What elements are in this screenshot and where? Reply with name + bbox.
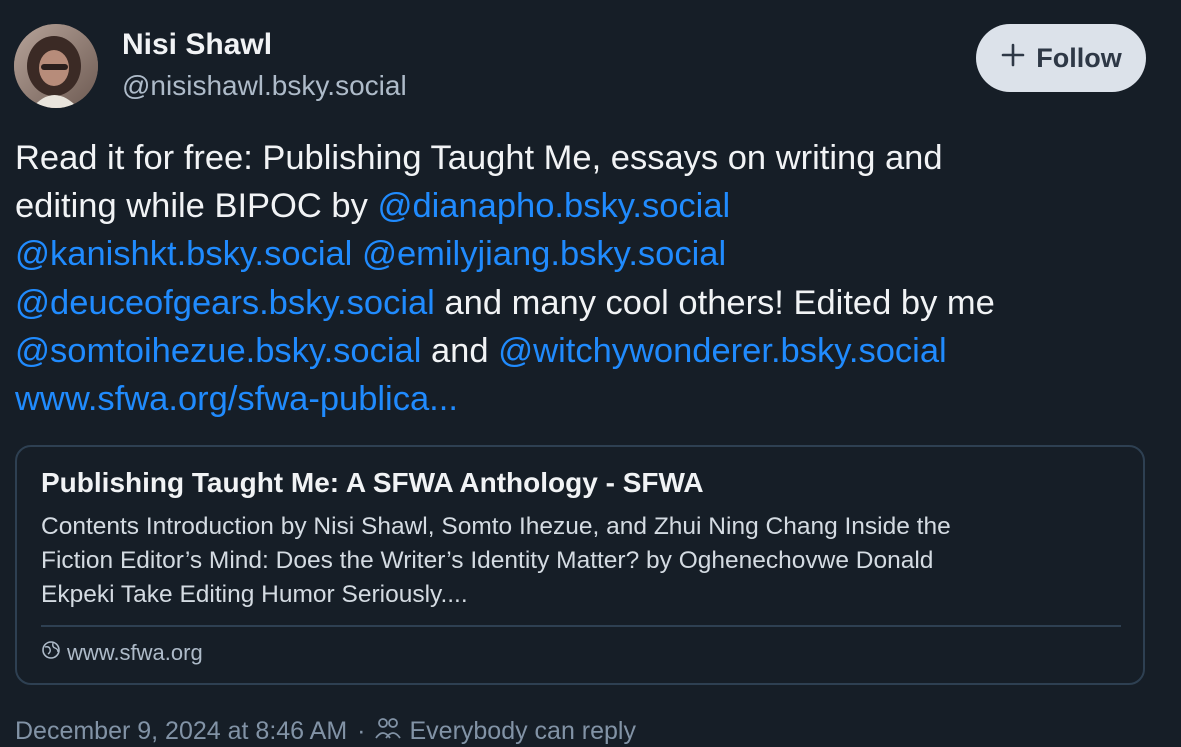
author-handle[interactable]: @nisishawl.bsky.social [122, 70, 407, 102]
link-card-divider [41, 625, 1121, 627]
post-text-segment: editing while BIPOC by [15, 187, 368, 226]
post-meta: December 9, 2024 at 8:46 AM · Everybody … [15, 716, 636, 747]
plus-icon [1000, 40, 1026, 74]
reply-setting-label: Everybody can reply [409, 717, 636, 745]
follow-button-label: Follow [1036, 42, 1122, 73]
mention-link[interactable]: @dianapho.bsky.social [377, 187, 730, 225]
post-text-line: www.sfwa.org/sfwa-publica... [15, 375, 1165, 423]
avatar-image [14, 24, 98, 108]
globe-icon [41, 640, 61, 666]
author-display-name[interactable]: Nisi Shawl [122, 28, 272, 62]
post-timestamp[interactable]: December 9, 2024 at 8:46 AM [15, 717, 347, 746]
post-text-line: @deuceofgears.bsky.social and many cool … [15, 279, 1165, 327]
external-link[interactable]: www.sfwa.org/sfwa-publica... [15, 380, 458, 418]
link-card-domain-text: www.sfwa.org [67, 640, 203, 665]
link-preview-card[interactable]: Publishing Taught Me: A SFWA Anthology -… [15, 445, 1145, 685]
people-icon [375, 716, 402, 747]
post-text-segment: and [430, 331, 489, 370]
post-text: Read it for free: Publishing Taught Me, … [15, 134, 1165, 423]
post-text-segment: Read it for free: Publishing Taught Me, … [15, 139, 943, 177]
post-text-line: @somtoihezue.bsky.social and @witchywond… [15, 327, 1165, 375]
link-card-title: Publishing Taught Me: A SFWA Anthology -… [41, 467, 704, 498]
link-card-domain: www.sfwa.org [41, 640, 203, 666]
post-text-segment: and many cool others! Edited by me [444, 283, 995, 322]
reply-setting[interactable]: Everybody can reply [375, 716, 636, 747]
mention-link[interactable]: @deuceofgears.bsky.social [15, 284, 435, 322]
mention-link[interactable]: @witchywonderer.bsky.social [498, 332, 947, 370]
mention-link[interactable]: @kanishkt.bsky.social [15, 235, 352, 273]
avatar[interactable] [14, 24, 98, 108]
post-text-line: editing while BIPOC by @dianapho.bsky.so… [15, 182, 1165, 230]
post-text-line: Read it for free: Publishing Taught Me, … [15, 134, 1165, 182]
link-card-description-line: Fiction Editor’s Mind: Does the Writer’s… [41, 547, 934, 574]
post-text-line: @kanishkt.bsky.social @emilyjiang.bsky.s… [15, 230, 1165, 278]
link-card-description: Contents Introduction by Nisi Shawl, Som… [41, 510, 1121, 612]
meta-separator: · [357, 717, 366, 745]
mention-link[interactable]: @emilyjiang.bsky.social [362, 235, 726, 273]
link-card-description-line: Ekpeki Take Editing Humor Seriously.... [41, 581, 468, 608]
follow-button[interactable]: Follow [976, 24, 1146, 92]
mention-link[interactable]: @somtoihezue.bsky.social [15, 332, 421, 370]
link-card-description-line: Contents Introduction by Nisi Shawl, Som… [41, 513, 951, 540]
post-thread-item: Nisi Shawl @nisishawl.bsky.social Follow… [0, 0, 1181, 745]
